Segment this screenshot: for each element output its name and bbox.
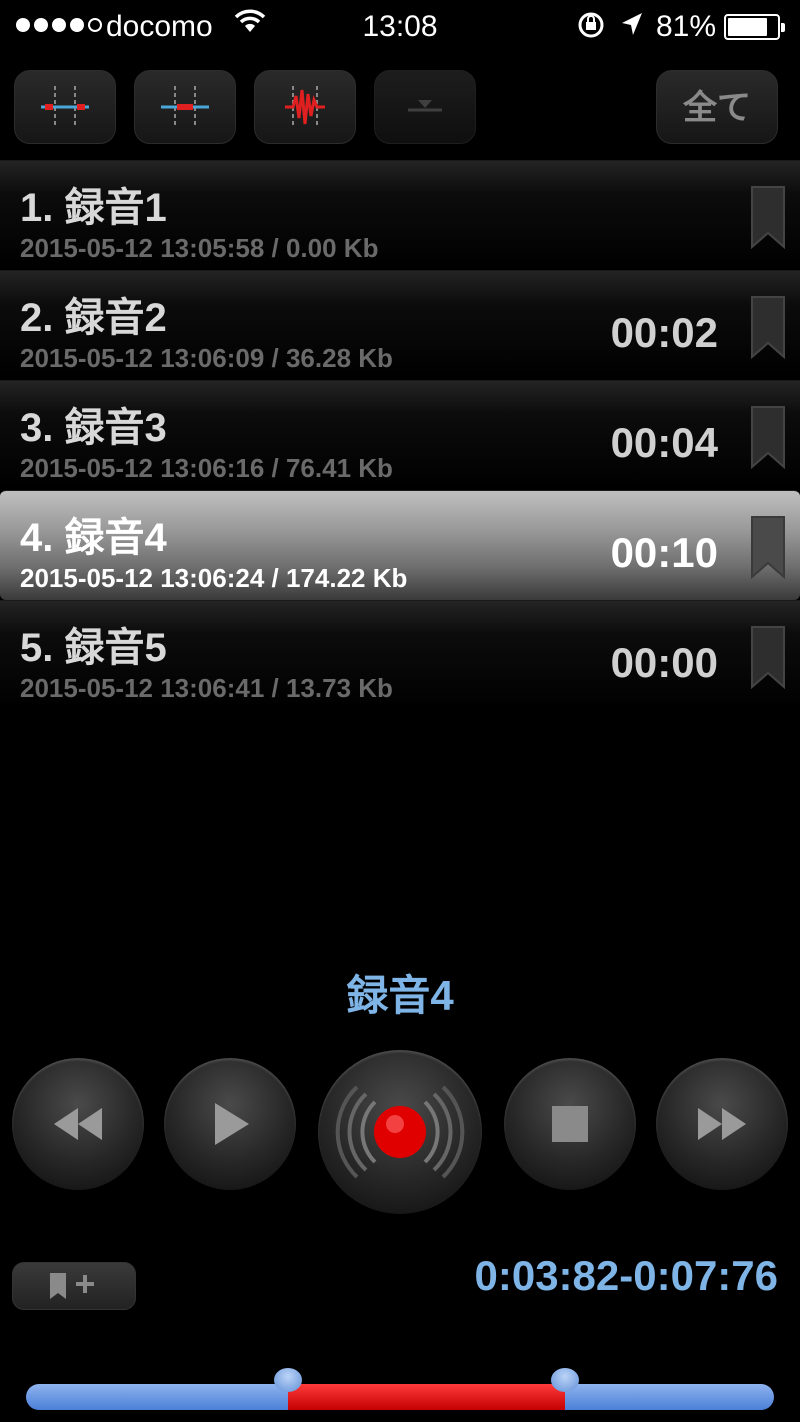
selection-range-time: 0:03:82-0:07:76 bbox=[474, 1252, 778, 1299]
recording-meta: 2015-05-12 13:06:16 / 76.41 Kb bbox=[20, 453, 393, 483]
range-end-handle[interactable] bbox=[550, 1368, 579, 1392]
record-icon bbox=[335, 1085, 465, 1179]
recording-name: 2. 録音2 bbox=[20, 296, 167, 340]
recording-duration: 00:10 bbox=[610, 529, 718, 576]
insert-button[interactable] bbox=[374, 70, 476, 144]
stop-icon bbox=[552, 1106, 588, 1142]
trim-icon bbox=[161, 86, 209, 128]
fast-forward-icon bbox=[698, 1108, 746, 1140]
selected-range bbox=[287, 1384, 565, 1410]
recording-row[interactable]: 5. 録音5 2015-05-12 13:06:41 / 13.73 Kb 00:0… bbox=[0, 600, 800, 710]
waveform-button[interactable] bbox=[254, 70, 356, 144]
fast-forward-button[interactable] bbox=[656, 1058, 788, 1190]
play-button[interactable] bbox=[164, 1058, 296, 1190]
recording-duration: 00:00 bbox=[610, 639, 718, 686]
split-icon bbox=[41, 86, 89, 128]
toolbar: 全て bbox=[0, 66, 800, 146]
recording-row[interactable]: 4. 録音4 2015-05-12 13:06:24 / 174.22 Kb 00:… bbox=[0, 490, 800, 600]
stop-button[interactable] bbox=[504, 1058, 636, 1190]
select-all-button[interactable]: 全て bbox=[656, 70, 778, 144]
recording-row[interactable]: 2. 録音2 2015-05-12 13:06:09 / 36.28 Kb 00:0… bbox=[0, 270, 800, 380]
recording-row[interactable]: 1. 録音1 2015-05-12 13:05:58 / 0.00 Kb bbox=[0, 160, 800, 270]
recording-row[interactable]: 3. 録音3 2015-05-12 13:06:16 / 76.41 Kb 00:0… bbox=[0, 380, 800, 490]
record-button[interactable] bbox=[318, 1050, 482, 1214]
bookmark-icon[interactable] bbox=[750, 515, 786, 579]
recording-meta: 2015-05-12 13:06:24 / 174.22 Kb bbox=[20, 563, 408, 593]
recording-name: 3. 録音3 bbox=[20, 406, 167, 450]
bookmark-icon[interactable] bbox=[750, 625, 786, 689]
bookmark-add-icon bbox=[50, 1273, 94, 1299]
recording-meta: 2015-05-12 13:05:58 / 0.00 Kb bbox=[20, 233, 379, 263]
trim-button[interactable] bbox=[134, 70, 236, 144]
range-start-handle[interactable] bbox=[273, 1368, 302, 1392]
waveform-icon bbox=[285, 86, 325, 128]
recording-meta: 2015-05-12 13:06:41 / 13.73 Kb bbox=[20, 673, 393, 703]
recording-duration: 00:02 bbox=[610, 309, 718, 356]
insert-icon bbox=[408, 100, 442, 112]
now-playing-title: 録音4 bbox=[346, 972, 454, 1019]
status-bar: docomo 13:08 81% bbox=[0, 0, 800, 56]
rewind-button[interactable] bbox=[12, 1058, 144, 1190]
battery-percentage: 81% bbox=[656, 10, 717, 43]
recording-duration: 00:04 bbox=[610, 419, 718, 466]
add-bookmark-button[interactable] bbox=[12, 1262, 136, 1310]
play-icon bbox=[215, 1103, 249, 1145]
recording-name: 4. 録音4 bbox=[20, 516, 167, 560]
bookmark-icon[interactable] bbox=[750, 185, 786, 249]
recording-name: 5. 録音5 bbox=[20, 626, 167, 670]
bookmark-icon[interactable] bbox=[750, 295, 786, 359]
playback-scrubber[interactable] bbox=[26, 1364, 774, 1410]
transport-controls bbox=[0, 1050, 800, 1220]
bookmark-icon[interactable] bbox=[750, 405, 786, 469]
rewind-icon bbox=[54, 1108, 102, 1140]
location-arrow-icon bbox=[620, 10, 644, 46]
rotation-lock-icon bbox=[576, 10, 606, 48]
recording-name: 1. 録音1 bbox=[20, 186, 167, 230]
recordings-list: 1. 録音1 2015-05-12 13:05:58 / 0.00 Kb 2. 録音… bbox=[0, 160, 800, 710]
split-button[interactable] bbox=[14, 70, 116, 144]
recording-meta: 2015-05-12 13:06:09 / 36.28 Kb bbox=[20, 343, 393, 373]
battery-icon bbox=[724, 14, 785, 40]
